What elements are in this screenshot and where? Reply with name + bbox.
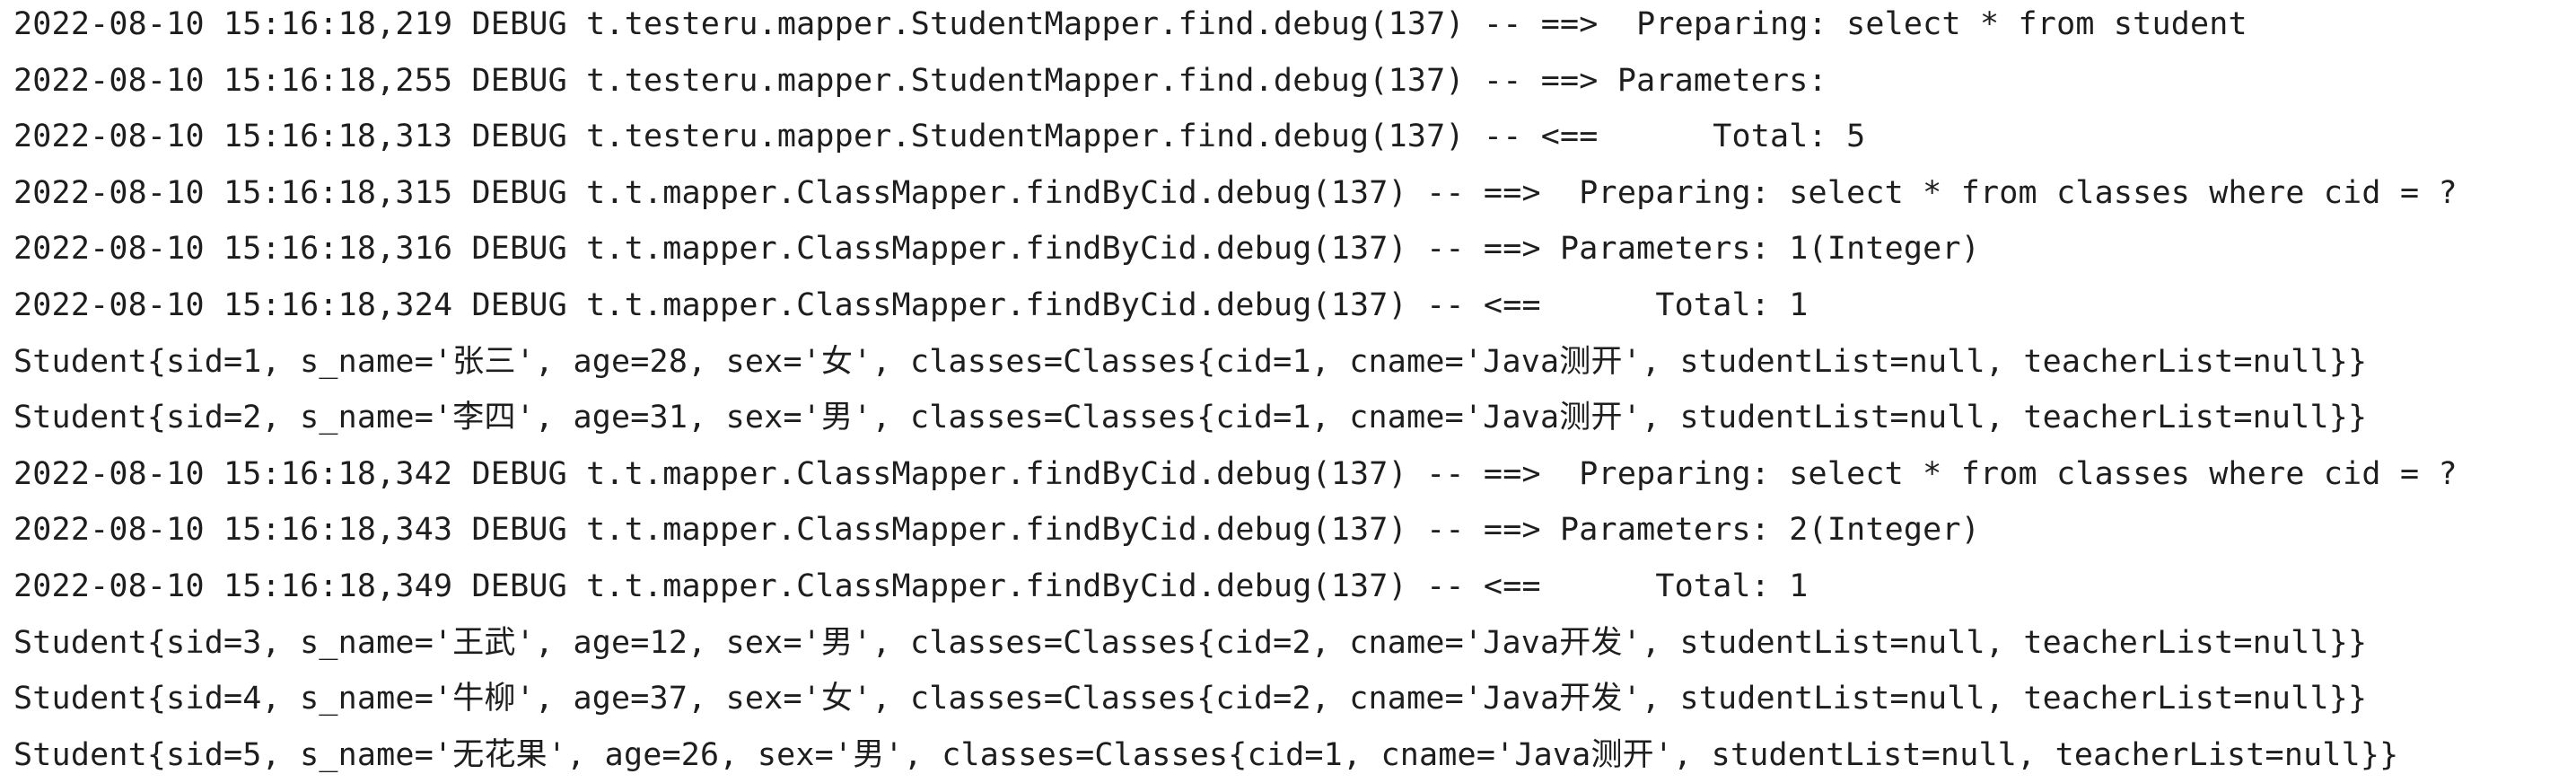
log-line: 2022-08-10 15:16:18,313 DEBUG t.testeru.… — [13, 119, 1866, 155]
log-line: Student{sid=1, s_name='张三', age=28, sex=… — [13, 343, 2368, 380]
console-output[interactable]: 2022-08-10 15:16:18,219 DEBUG t.testeru.… — [0, 0, 2576, 783]
log-line: Student{sid=2, s_name='李四', age=31, sex=… — [13, 400, 2368, 436]
log-line: 2022-08-10 15:16:18,255 DEBUG t.testeru.… — [13, 62, 1847, 99]
log-line: Student{sid=3, s_name='王武', age=12, sex=… — [13, 624, 2368, 661]
log-line: 2022-08-10 15:16:18,316 DEBUG t.t.mapper… — [13, 231, 1980, 268]
log-line: 2022-08-10 15:16:18,349 DEBUG t.t.mapper… — [13, 567, 1809, 604]
log-line: 2022-08-10 15:16:18,343 DEBUG t.t.mapper… — [13, 512, 1980, 549]
log-line: 2022-08-10 15:16:18,342 DEBUG t.t.mapper… — [13, 455, 2458, 492]
log-line: 2022-08-10 15:16:18,219 DEBUG t.testeru.… — [13, 6, 2247, 42]
log-line: 2022-08-10 15:16:18,324 DEBUG t.t.mapper… — [13, 286, 1809, 323]
log-line: Student{sid=4, s_name='牛柳', age=37, sex=… — [13, 681, 2368, 717]
log-line: Student{sid=5, s_name='无花果', age=26, sex… — [13, 736, 2399, 773]
log-list: 2022-08-10 15:16:18,219 DEBUG t.testeru.… — [13, 2, 2458, 783]
log-line: 2022-08-10 15:16:18,315 DEBUG t.t.mapper… — [13, 174, 2458, 211]
